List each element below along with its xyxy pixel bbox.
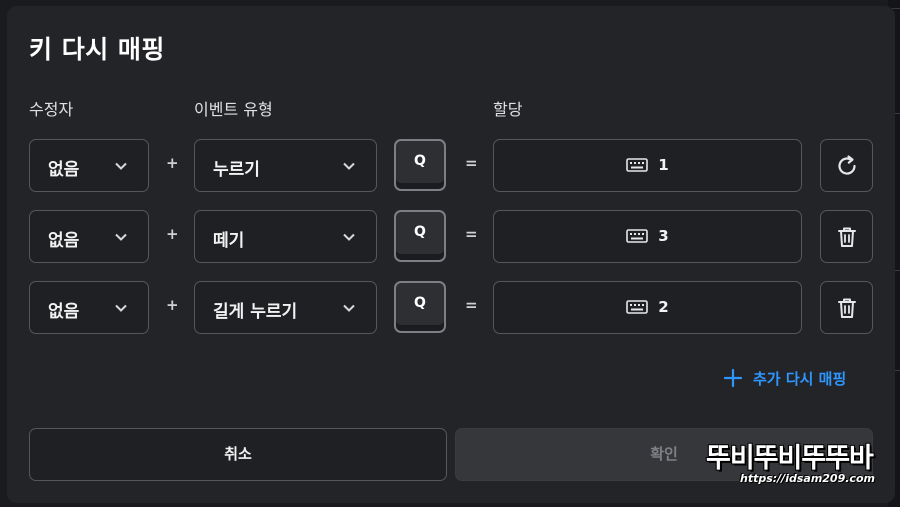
modifier-value: 없음	[48, 302, 80, 322]
delete-button[interactable]	[820, 281, 873, 334]
cancel-button[interactable]: 취소	[29, 428, 447, 481]
keyboard-icon	[626, 229, 649, 243]
event-type-value: 길게 누르기	[213, 302, 298, 322]
assignment-column-header: 할당	[493, 100, 523, 119]
plus-operator: +	[166, 154, 179, 172]
event-type-column-header: 이벤트 유형	[194, 100, 273, 119]
event-type-dropdown[interactable]: 떼기	[194, 210, 377, 263]
modifier-dropdown[interactable]: 없음	[29, 281, 149, 334]
key-cap[interactable]: Q	[394, 139, 446, 191]
assignment-value: 3	[658, 227, 669, 245]
equals-operator: =	[465, 154, 478, 172]
keyboard-icon	[626, 300, 649, 314]
equals-operator: =	[465, 225, 478, 243]
modifier-dropdown[interactable]: 없음	[29, 139, 149, 192]
add-remap-label: 추가 다시 매핑	[753, 370, 847, 388]
assignment-field[interactable]: 1	[493, 139, 802, 192]
chevron-down-icon	[115, 162, 127, 170]
plus-operator: +	[166, 296, 179, 314]
key-cap[interactable]: Q	[394, 281, 446, 333]
delete-button[interactable]	[820, 210, 873, 263]
reset-icon	[838, 155, 856, 175]
plus-icon	[723, 368, 743, 388]
watermark-url: https://idsam209.com	[740, 472, 875, 485]
dialog-title: 키 다시 매핑	[29, 35, 165, 64]
assignment-field[interactable]: 3	[493, 210, 802, 263]
chevron-down-icon	[343, 233, 355, 241]
key-label: Q	[414, 153, 426, 169]
assignment-value: 1	[658, 156, 669, 174]
watermark-text: 뚜비뚜비뚜뚜바	[706, 443, 874, 474]
event-type-value: 떼기	[213, 231, 245, 251]
equals-operator: =	[465, 296, 478, 314]
assignment-value: 2	[658, 298, 669, 316]
key-label: Q	[414, 295, 426, 311]
trash-icon	[838, 227, 856, 247]
chevron-down-icon	[343, 304, 355, 312]
key-label: Q	[414, 224, 426, 240]
plus-operator: +	[166, 225, 179, 243]
modifier-value: 없음	[48, 160, 80, 180]
add-remap-button[interactable]: 추가 다시 매핑	[723, 368, 846, 389]
assignment-field[interactable]: 2	[493, 281, 802, 334]
key-cap[interactable]: Q	[394, 210, 446, 262]
chevron-down-icon	[343, 162, 355, 170]
reset-button[interactable]	[820, 139, 873, 192]
modifier-column-header: 수정자	[29, 100, 74, 119]
trash-icon	[838, 298, 856, 318]
event-type-dropdown[interactable]: 누르기	[194, 139, 377, 192]
event-type-value: 누르기	[213, 160, 260, 180]
keyboard-icon	[626, 158, 649, 172]
chevron-down-icon	[115, 233, 127, 241]
chevron-down-icon	[115, 304, 127, 312]
watermark: 뚜비뚜비뚜뚜바 https://idsam209.com	[706, 436, 886, 490]
modifier-value: 없음	[48, 231, 80, 251]
event-type-dropdown[interactable]: 길게 누르기	[194, 281, 377, 334]
modifier-dropdown[interactable]: 없음	[29, 210, 149, 263]
